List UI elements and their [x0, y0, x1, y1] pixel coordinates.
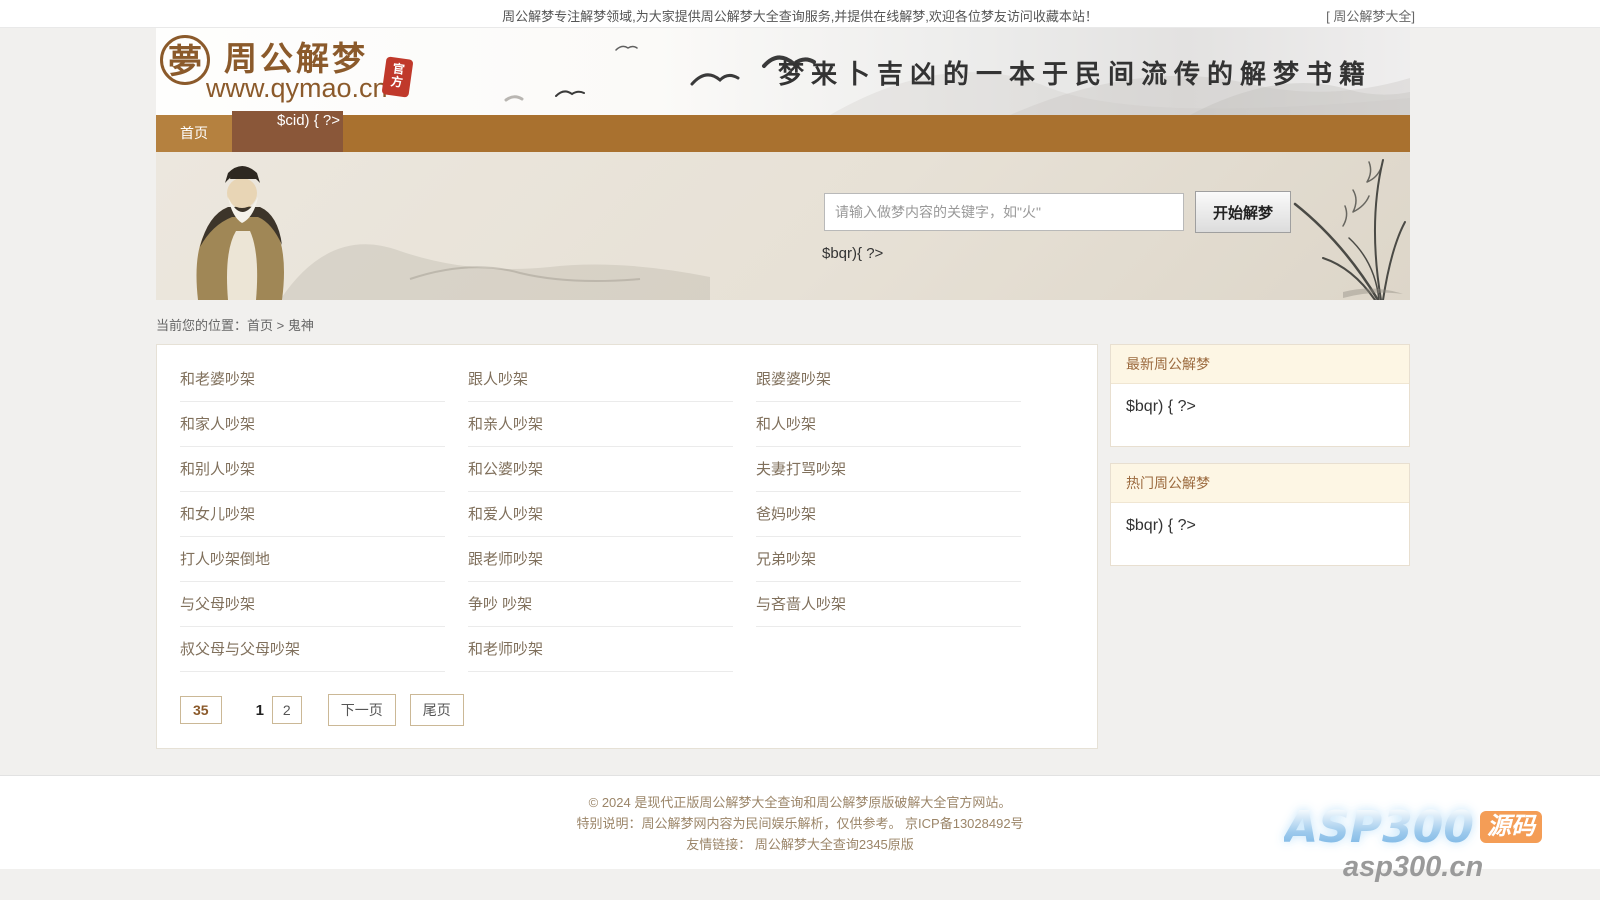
main-area: 和老婆吵架和家人吵架和别人吵架和女儿吵架打人吵架倒地与父母吵架叔父母与父母吵架 …: [156, 344, 1410, 749]
banner-template-error: $bqr){ ?>: [822, 245, 883, 262]
dream-link[interactable]: 与父母吵架: [180, 582, 445, 627]
search-banner: 开始解梦 $bqr){ ?>: [156, 152, 1410, 300]
pagination-total: 35: [180, 696, 222, 724]
hot-dreams-content: $bqr) { ?>: [1111, 503, 1409, 565]
search-input[interactable]: [824, 193, 1184, 231]
watermark-domain: asp300.cn: [1284, 852, 1542, 882]
latest-dreams-title: 最新周公解梦: [1111, 345, 1409, 384]
breadcrumb: 当前您的位置：首页 > 鬼神: [156, 315, 1410, 334]
dream-link[interactable]: 爸妈吵架: [756, 492, 1021, 537]
dream-link[interactable]: 和老师吵架: [468, 627, 733, 672]
nav-template-error: $cid) { ?>: [232, 111, 343, 152]
dream-link[interactable]: 和别人吵架: [180, 447, 445, 492]
dream-link[interactable]: 和家人吵架: [180, 402, 445, 447]
dream-link[interactable]: 和老婆吵架: [180, 357, 445, 402]
watermark-badge: 源码: [1480, 811, 1542, 842]
dream-link[interactable]: 跟婆婆吵架: [756, 357, 1021, 402]
orchid-illustration: [1283, 152, 1408, 300]
official-seal-icon: 官方: [381, 56, 413, 97]
sidebar: 最新周公解梦 $bqr) { ?> 热门周公解梦 $bqr) { ?>: [1110, 344, 1410, 566]
topbar-site-link[interactable]: [ 周公解梦大全]: [1326, 6, 1415, 25]
site-url: www.qymao.cn: [206, 73, 388, 104]
pagination-page-link[interactable]: 2: [272, 696, 302, 724]
dream-list: 和老婆吵架和家人吵架和别人吵架和女儿吵架打人吵架倒地与父母吵架叔父母与父母吵架 …: [180, 357, 1097, 672]
dream-list-column: 跟婆婆吵架和人吵架夫妻打骂吵架爸妈吵架兄弟吵架与吝啬人吵架: [756, 357, 1044, 672]
dream-link[interactable]: 争吵 吵架: [468, 582, 733, 627]
latest-dreams-panel: 最新周公解梦 $bqr) { ?>: [1110, 344, 1410, 447]
dream-link[interactable]: 打人吵架倒地: [180, 537, 445, 582]
breadcrumb-home-link[interactable]: 首页: [247, 318, 273, 333]
breadcrumb-current: 鬼神: [288, 318, 314, 333]
pagination-current-page: 1: [248, 697, 272, 724]
topbar: 周公解梦专注解梦领域,为大家提供周公解梦大全查询服务,并提供在线解梦,欢迎各位梦…: [0, 0, 1600, 28]
breadcrumb-separator: >: [273, 318, 288, 333]
latest-dreams-content: $bqr) { ?>: [1111, 384, 1409, 446]
dream-list-column: 和老婆吵架和家人吵架和别人吵架和女儿吵架打人吵架倒地与父母吵架叔父母与父母吵架: [180, 357, 468, 672]
header-slogan: 梦来卜吉凶的一本于民间流传的解梦书籍: [778, 54, 1372, 91]
dream-link[interactable]: 跟人吵架: [468, 357, 733, 402]
dream-link[interactable]: 兄弟吵架: [756, 537, 1021, 582]
dream-link[interactable]: 与吝啬人吵架: [756, 582, 1021, 627]
dream-link[interactable]: 和公婆吵架: [468, 447, 733, 492]
breadcrumb-prefix: 当前您的位置：: [156, 318, 247, 333]
dream-link[interactable]: 和人吵架: [756, 402, 1021, 447]
logo-seal-icon: 夢: [160, 35, 210, 85]
dream-link[interactable]: 和女儿吵架: [180, 492, 445, 537]
hot-dreams-title: 热门周公解梦: [1111, 464, 1409, 503]
dream-link[interactable]: 跟老师吵架: [468, 537, 733, 582]
dream-list-panel: 和老婆吵架和家人吵架和别人吵架和女儿吵架打人吵架倒地与父母吵架叔父母与父母吵架 …: [156, 344, 1098, 749]
nav-item-home[interactable]: 首页: [156, 115, 232, 152]
asp300-watermark: ASP300源码 asp300.cn: [1284, 805, 1542, 882]
search-button[interactable]: 开始解梦: [1195, 191, 1291, 233]
footer-friend-link[interactable]: 周公解梦大全查询2345原版: [755, 837, 914, 852]
sage-illustration: [170, 155, 730, 300]
dream-link[interactable]: 叔父母与父母吵架: [180, 627, 445, 672]
dream-link[interactable]: 和爱人吵架: [468, 492, 733, 537]
pagination-last-button[interactable]: 尾页: [410, 694, 464, 726]
dream-link[interactable]: 和亲人吵架: [468, 402, 733, 447]
pagination-next-button[interactable]: 下一页: [328, 694, 396, 726]
main-nav: 首页 $cid) { ?>: [156, 115, 1410, 152]
footer-links-label: 友情链接：: [686, 837, 751, 852]
pagination: 35 1 2 下一页 尾页: [180, 694, 1097, 726]
watermark-brand: ASP300: [1284, 802, 1474, 853]
dream-link[interactable]: 夫妻打骂吵架: [756, 447, 1021, 492]
site-header: 夢 周公解梦 www.qymao.cn 官方 梦来卜吉凶的一本于民间流传的解梦书…: [156, 28, 1410, 115]
page-wrapper: 夢 周公解梦 www.qymao.cn 官方 梦来卜吉凶的一本于民间流传的解梦书…: [156, 28, 1410, 749]
hot-dreams-panel: 热门周公解梦 $bqr) { ?>: [1110, 463, 1410, 566]
dream-list-column: 跟人吵架和亲人吵架和公婆吵架和爱人吵架跟老师吵架争吵 吵架和老师吵架: [468, 357, 756, 672]
